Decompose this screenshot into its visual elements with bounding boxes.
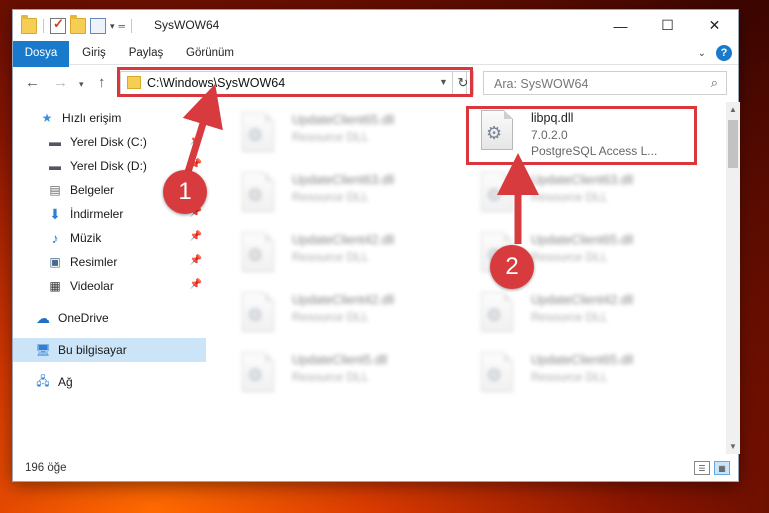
annotation-arrows bbox=[182, 83, 539, 244]
arrow-step-1 bbox=[182, 83, 223, 174]
step-1-badge: 1 bbox=[163, 170, 207, 214]
step-2-badge: 2 bbox=[490, 245, 534, 289]
